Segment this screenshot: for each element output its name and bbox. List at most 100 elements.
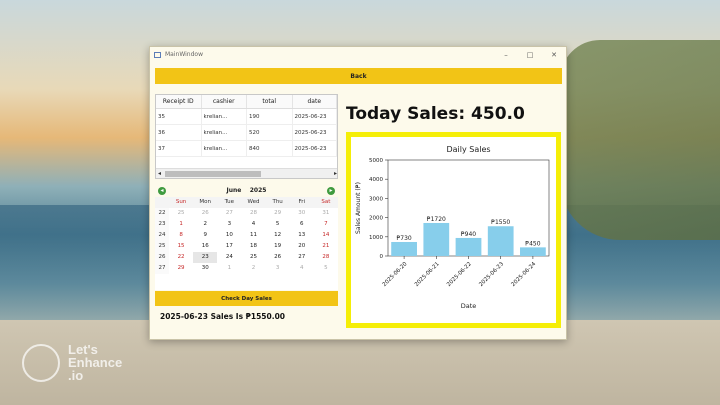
window-title: MainWindow	[165, 51, 203, 58]
cell-cashier[interactable]: krelian...	[202, 125, 247, 140]
y-tick-label: 3000	[369, 196, 383, 202]
table-horizontal-scrollbar[interactable]: ◂ ▸	[156, 168, 337, 178]
minimize-button[interactable]: –	[494, 51, 518, 59]
daily-sales-chart-panel: Daily Sales 0 1000 2000 3000 4000 5000 ₱730 2025…	[346, 132, 561, 328]
calendar-day[interactable]: 16	[193, 241, 217, 252]
table-row[interactable]: 35 krelian... 190 2025-06-23	[156, 109, 337, 125]
calendar-day[interactable]: 1	[169, 219, 193, 230]
calendar-day[interactable]: 8	[169, 230, 193, 241]
cell-total[interactable]: 840	[247, 141, 293, 156]
x-tick-label: 2025-06-20	[382, 261, 409, 288]
cell-receipt-id[interactable]: 37	[156, 141, 202, 156]
calendar-day[interactable]: 18	[241, 241, 265, 252]
wallpaper-cliff	[560, 40, 720, 240]
receipts-table: Receipt ID cashier total date 35 krelian…	[155, 94, 338, 179]
cell-date[interactable]: 2025-06-23	[293, 109, 337, 124]
calendar-day[interactable]: 4	[290, 263, 314, 274]
title-bar[interactable]: MainWindow – □ ✕	[150, 47, 566, 62]
table-row[interactable]: 36 krelian... 520 2025-06-23	[156, 125, 337, 141]
calendar-day[interactable]: 23	[193, 252, 218, 263]
bar-value-label: ₱940	[461, 231, 476, 238]
year-selector[interactable]: 2025	[250, 187, 267, 194]
daily-sales-chart: Daily Sales 0 1000 2000 3000 4000 5000 ₱730 2025…	[355, 145, 550, 310]
calendar-day[interactable]: 25	[169, 208, 193, 219]
calendar-day[interactable]: 1	[217, 263, 241, 274]
app-window-icon	[154, 51, 161, 58]
calendar-day[interactable]: 3	[266, 263, 290, 274]
calendar-grid: Sun Mon Tue Wed Thu Fri Sat 22 25 26 27 28 29 30 31 23 1…	[155, 197, 338, 274]
calendar-day[interactable]: 22	[169, 252, 193, 263]
calendar-day[interactable]: 5	[266, 219, 290, 230]
calendar-day[interactable]: 6	[290, 219, 314, 230]
day-of-week-header: Tue	[217, 197, 242, 208]
cell-total[interactable]: 190	[247, 109, 293, 124]
calendar-day[interactable]: 28	[241, 208, 265, 219]
calendar-day[interactable]: 10	[217, 230, 241, 241]
calendar-day[interactable]: 21	[314, 241, 338, 252]
scroll-left-icon[interactable]: ◂	[158, 170, 161, 177]
calendar-day[interactable]: 17	[217, 241, 241, 252]
column-header-receipt-id[interactable]: Receipt ID	[156, 95, 202, 108]
calendar-day[interactable]: 2	[241, 263, 265, 274]
check-day-sales-button[interactable]: Check Day Sales	[155, 291, 338, 306]
calendar-day[interactable]: 27	[217, 208, 241, 219]
calendar-widget: ◂ June 2025 ▸ Sun Mon Tue Wed Thu Fri Sat 22 25 2…	[155, 184, 338, 290]
calendar-day[interactable]: 4	[241, 219, 265, 230]
calendar-day[interactable]: 20	[290, 241, 314, 252]
cell-total[interactable]: 520	[247, 125, 293, 140]
column-header-total[interactable]: total	[247, 95, 293, 108]
y-tick-label: 0	[380, 254, 384, 260]
cell-date[interactable]: 2025-06-23	[293, 125, 337, 140]
calendar-day[interactable]: 26	[193, 208, 217, 219]
cell-receipt-id[interactable]: 35	[156, 109, 202, 124]
cell-cashier[interactable]: krelian...	[202, 109, 247, 124]
day-of-week-header: Thu	[265, 197, 290, 208]
calendar-day[interactable]: 3	[217, 219, 241, 230]
calendar-day[interactable]: 29	[266, 208, 290, 219]
scroll-right-icon[interactable]: ▸	[334, 170, 337, 177]
bar	[423, 222, 450, 256]
close-button[interactable]: ✕	[542, 51, 566, 59]
calendar-day[interactable]: 30	[290, 208, 314, 219]
scrollbar-thumb[interactable]	[165, 171, 261, 177]
cell-cashier[interactable]: krelian...	[202, 141, 247, 156]
back-button[interactable]: Back	[155, 68, 562, 84]
bar-value-label: ₱450	[525, 240, 540, 247]
calendar-day[interactable]: 26	[266, 252, 290, 263]
today-sales-label: Today Sales: 450.0	[346, 104, 525, 124]
x-tick-label: 2025-06-23	[478, 261, 505, 288]
table-row[interactable]: 37 krelian... 840 2025-06-23	[156, 141, 337, 157]
watermark-text: Let's Enhance .io	[68, 343, 122, 382]
y-tick-label: 4000	[369, 177, 383, 183]
calendar-day[interactable]: 29	[169, 263, 193, 274]
y-tick-label: 2000	[369, 216, 383, 222]
cell-receipt-id[interactable]: 36	[156, 125, 202, 140]
column-header-date[interactable]: date	[293, 95, 337, 108]
calendar-day[interactable]: 13	[290, 230, 314, 241]
calendar-day[interactable]: 12	[266, 230, 290, 241]
calendar-day[interactable]: 2	[193, 219, 217, 230]
bar	[520, 247, 546, 256]
calendar-day[interactable]: 9	[193, 230, 217, 241]
calendar-day[interactable]: 7	[314, 219, 338, 230]
column-header-cashier[interactable]: cashier	[202, 95, 247, 108]
cell-date[interactable]: 2025-06-23	[293, 141, 337, 156]
calendar-day[interactable]: 15	[169, 241, 193, 252]
day-of-week-header: Sat	[313, 197, 338, 208]
month-selector[interactable]: June	[227, 187, 242, 194]
calendar-day[interactable]: 31	[314, 208, 338, 219]
watermark-logo-icon	[22, 343, 60, 382]
calendar-day[interactable]: 30	[193, 263, 217, 274]
calendar-day[interactable]: 5	[314, 263, 338, 274]
calendar-day[interactable]: 27	[290, 252, 314, 263]
maximize-button[interactable]: □	[518, 51, 542, 59]
calendar-day[interactable]: 25	[241, 252, 265, 263]
next-month-icon[interactable]: ▸	[326, 186, 335, 195]
calendar-day[interactable]: 14	[314, 230, 338, 241]
calendar-day[interactable]: 24	[217, 252, 241, 263]
calendar-day[interactable]: 11	[241, 230, 265, 241]
calendar-day[interactable]: 19	[266, 241, 290, 252]
bar-value-label: ₱730	[396, 235, 411, 242]
calendar-day[interactable]: 28	[314, 252, 338, 263]
prev-month-icon[interactable]: ◂	[158, 186, 166, 195]
